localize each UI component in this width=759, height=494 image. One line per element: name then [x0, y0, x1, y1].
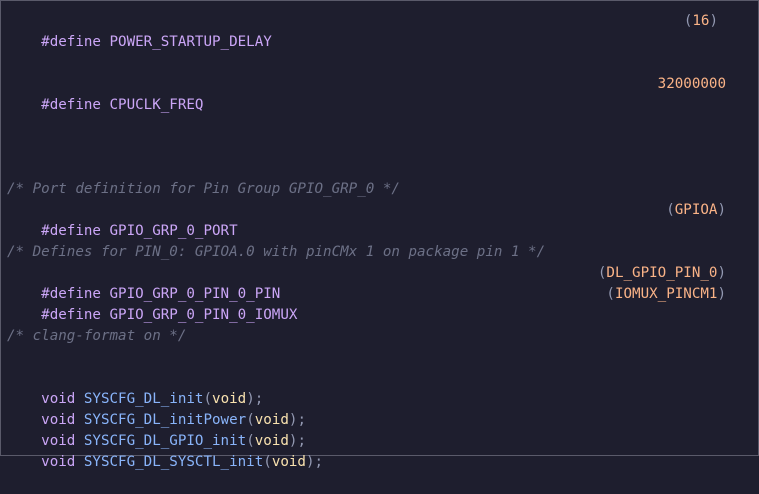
define-keyword: #define [41, 307, 101, 323]
code-line-define: #define POWER_STARTUP_DELAY (16) [7, 11, 758, 50]
return-type: void [41, 454, 76, 470]
macro-name: GPIO_GRP_0_PIN_0_IOMUX [109, 307, 298, 323]
macro-value: (GPIOA) [666, 202, 726, 218]
macro-value: (DL_GPIO_PIN_0) [597, 265, 726, 281]
code-line-define: #define GPIO_GRP_0_PORT (GPIOA) [7, 200, 758, 239]
code-comment: /* clang-format on */ [7, 328, 187, 344]
macro-name: CPUCLK_FREQ [109, 97, 204, 113]
code-line-prototype: void SYSCFG_DL_SYSCTL_init(void); [41, 454, 324, 470]
code-line-prototype: void SYSCFG_DL_GPIO_init(void); [41, 433, 306, 449]
function-name: SYSCFG_DL_SYSCTL_init [83, 454, 264, 470]
macro-name: GPIO_GRP_0_PORT [109, 223, 238, 239]
macro-value: (16) [683, 13, 718, 29]
code-line-define: #define GPIO_GRP_0_PIN_0_IOMUX (IOMUX_PI… [7, 284, 758, 323]
macro-value: 32000000 [657, 76, 726, 92]
define-keyword: #define [41, 34, 101, 50]
code-line-define: #define GPIO_GRP_0_PIN_0_PIN (DL_GPIO_PI… [7, 263, 758, 302]
define-keyword: #define [41, 97, 101, 113]
code-line-define: #define CPUCLK_FREQ 32000000 [7, 74, 758, 113]
code-line-prototype: void SYSCFG_DL_initPower(void); [41, 412, 306, 428]
macro-value: (IOMUX_PINCM1) [606, 286, 726, 302]
code-comment: /* Port definition for Pin Group GPIO_GR… [7, 181, 400, 197]
define-keyword: #define [41, 223, 101, 239]
code-line-prototype: void SYSCFG_DL_init(void); [41, 391, 264, 407]
code-comment: /* Defines for PIN_0: GPIOA.0 with pinCM… [7, 244, 546, 260]
code-editor[interactable]: #define POWER_STARTUP_DELAY (16) #define… [0, 0, 759, 470]
param-type: void [271, 454, 306, 470]
macro-name: POWER_STARTUP_DELAY [109, 34, 272, 50]
